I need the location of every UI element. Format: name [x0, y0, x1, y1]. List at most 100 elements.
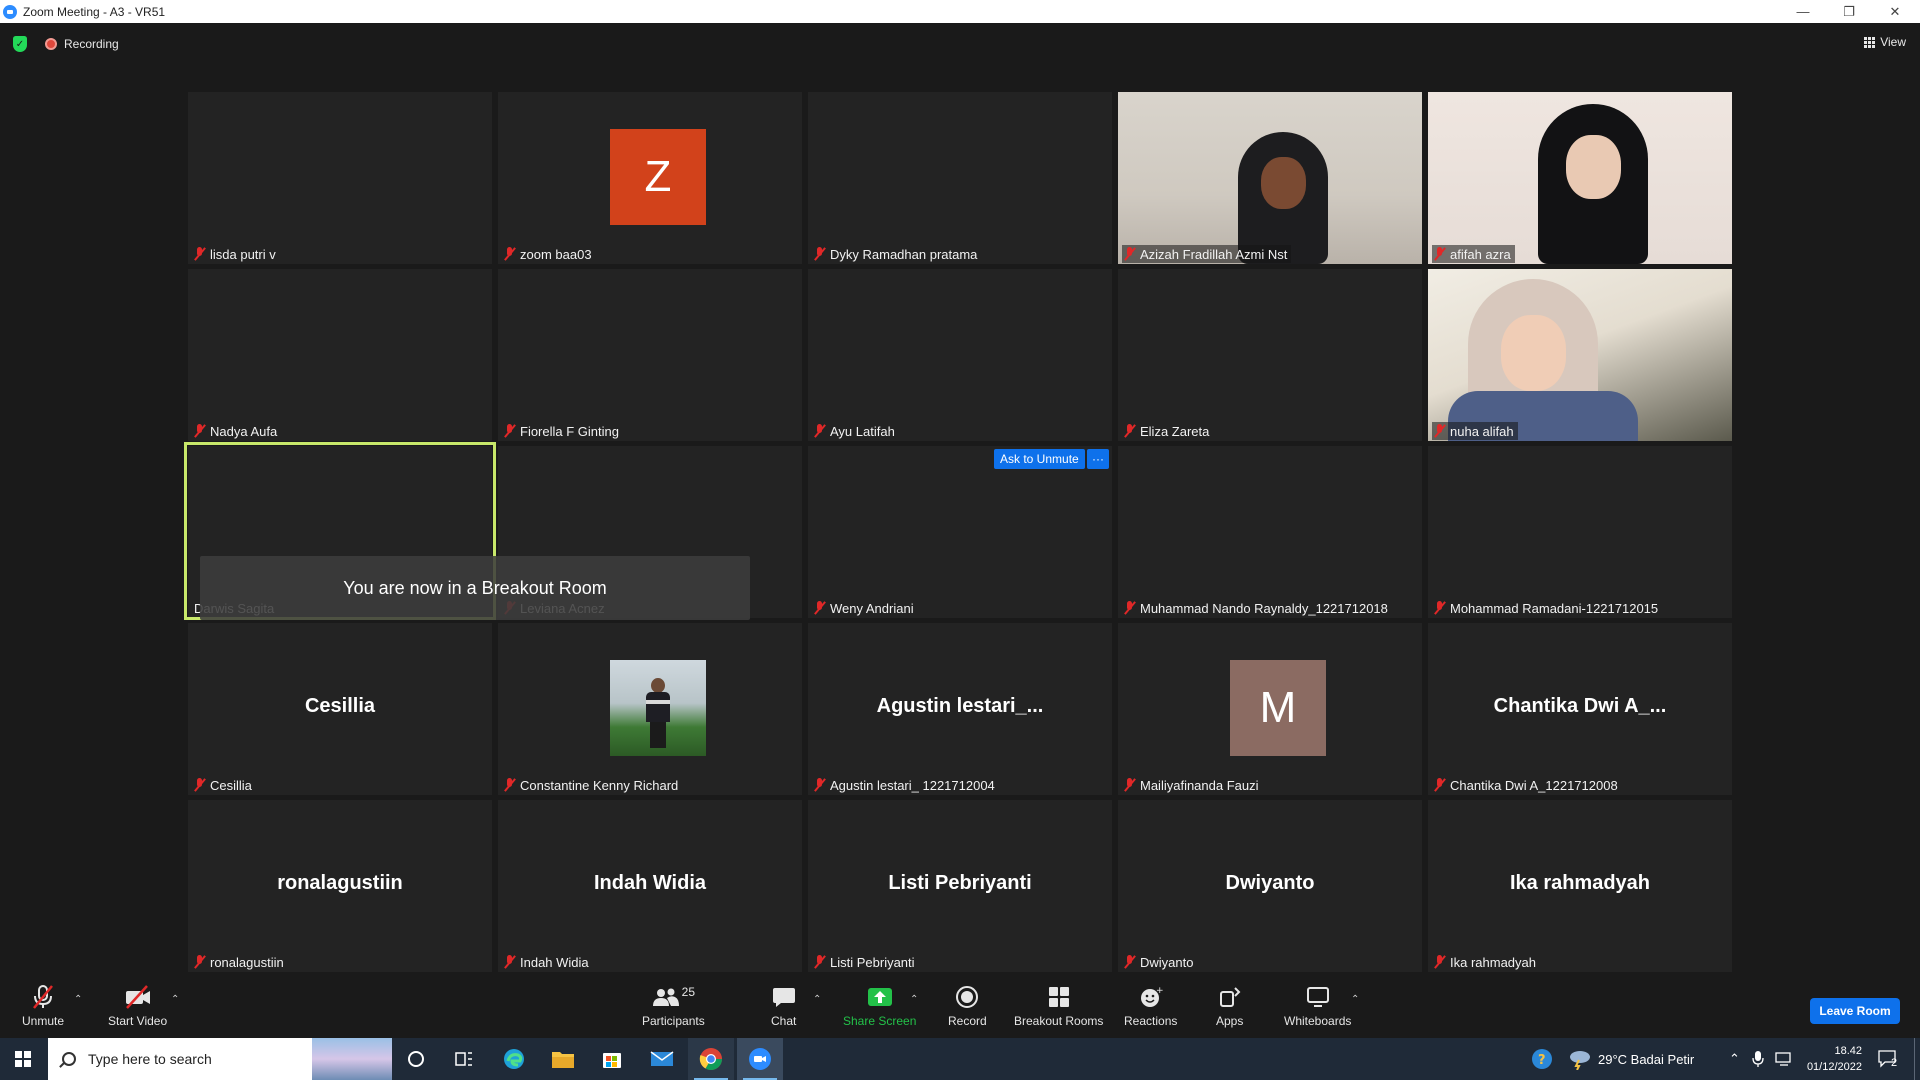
restore-button[interactable]: ❐	[1826, 0, 1872, 23]
participant-name: nuha alifah	[1450, 423, 1514, 439]
participant-name: Nadya Aufa	[210, 423, 278, 439]
avatar-photo	[610, 660, 706, 756]
participant-tile[interactable]: Constantine Kenny Richard	[498, 623, 802, 795]
help-icon[interactable]: ?	[1530, 1038, 1554, 1080]
participant-name-label: Constantine Kenny Richard	[502, 776, 682, 794]
taskbar-search-box[interactable]: Type here to search	[48, 1038, 392, 1080]
participant-tile[interactable]: Eliza Zareta	[1118, 269, 1422, 441]
minimize-button[interactable]: —	[1780, 0, 1826, 23]
participant-tile[interactable]: Nadya Aufa	[188, 269, 492, 441]
muted-mic-icon	[194, 247, 206, 261]
leave-room-button[interactable]: Leave Room	[1810, 998, 1900, 1024]
recording-label: Recording	[64, 37, 119, 51]
participant-tile[interactable]: Muhammad Nando Raynaldy_1221712018	[1118, 446, 1422, 618]
share-screen-button[interactable]: Share Screen	[843, 984, 916, 1028]
participant-tile[interactable]: ronalagustiin ronalagustiin	[188, 800, 492, 972]
participant-name-label: afifah azra	[1432, 245, 1515, 263]
share-options-caret[interactable]: ⌃	[910, 994, 918, 1005]
muted-mic-icon	[504, 424, 516, 438]
breakout-rooms-button[interactable]: Breakout Rooms	[1014, 984, 1103, 1028]
mail-icon[interactable]	[650, 1047, 674, 1071]
weather-widget[interactable]: 29°C Badai Petir	[1568, 1038, 1694, 1080]
muted-microphone-icon	[30, 984, 56, 1010]
reactions-button[interactable]: + Reactions	[1124, 984, 1177, 1028]
participants-icon: 25	[652, 984, 695, 1010]
breakout-rooms-icon	[1048, 984, 1070, 1010]
participant-tile[interactable]: lisda putri v	[188, 92, 492, 264]
participant-tile[interactable]: nuha alifah	[1428, 269, 1732, 441]
file-explorer-icon[interactable]	[551, 1047, 575, 1071]
muted-mic-icon	[1124, 601, 1136, 615]
participant-tile[interactable]: Ika rahmadyah Ika rahmadyah	[1428, 800, 1732, 972]
recording-icon	[45, 38, 57, 50]
record-button[interactable]: Record	[948, 984, 987, 1028]
close-button[interactable]: ✕	[1872, 0, 1918, 23]
chrome-taskbar-slot[interactable]	[688, 1038, 734, 1080]
participants-button[interactable]: 25 Participants	[642, 984, 705, 1028]
edge-browser-icon[interactable]	[502, 1047, 526, 1071]
participant-name: Agustin lestari_ 1221712004	[830, 777, 995, 793]
share-screen-icon	[867, 984, 893, 1010]
participant-tile[interactable]: Dyky Ramadhan pratama	[808, 92, 1112, 264]
whiteboards-button[interactable]: Whiteboards	[1284, 984, 1351, 1028]
participant-name: Muhammad Nando Raynaldy_1221712018	[1140, 600, 1388, 616]
start-video-button[interactable]: Start Video	[108, 984, 167, 1028]
zoom-logo-icon	[3, 4, 17, 19]
participant-tile[interactable]: Indah Widia Indah Widia	[498, 800, 802, 972]
participant-tile[interactable]: Dwiyanto Dwiyanto	[1118, 800, 1422, 972]
zoom-taskbar-slot[interactable]	[737, 1038, 783, 1080]
participant-tile[interactable]: Weny Andriani	[808, 446, 1112, 618]
microsoft-store-icon[interactable]	[600, 1047, 624, 1071]
meeting-toolbar: Unmute ⌃ Start Video ⌃ 25 Participants C…	[0, 978, 1920, 1038]
show-hidden-icons-chevron[interactable]: ⌃	[1729, 1038, 1740, 1080]
participant-name-label: Agustin lestari_ 1221712004	[812, 776, 999, 794]
participant-name-label: Dyky Ramadhan pratama	[812, 245, 981, 263]
muted-mic-icon	[194, 424, 206, 438]
cortana-icon[interactable]	[404, 1047, 428, 1071]
participant-tile[interactable]: Fiorella F Ginting	[498, 269, 802, 441]
participant-tile[interactable]: Azizah Fradillah Azmi Nst	[1118, 92, 1422, 264]
muted-mic-icon	[1434, 601, 1446, 615]
participant-display-name: ronalagustiin	[277, 872, 403, 894]
ask-to-unmute-button[interactable]: Ask to Unmute	[994, 449, 1085, 469]
whiteboard-options-caret[interactable]: ⌃	[1351, 994, 1359, 1005]
view-button[interactable]: View	[1864, 35, 1906, 49]
more-options-button[interactable]: ···	[1087, 449, 1109, 469]
video-options-caret[interactable]: ⌃	[171, 994, 179, 1005]
chat-options-caret[interactable]: ⌃	[813, 994, 821, 1005]
audio-options-caret[interactable]: ⌃	[74, 994, 82, 1005]
chrome-icon	[699, 1047, 723, 1071]
participant-name-label: Indah Widia	[502, 953, 593, 971]
participant-tile[interactable]: M Mailiyafinanda Fauzi	[1118, 623, 1422, 795]
svg-text:?: ?	[1538, 1053, 1546, 1068]
taskbar-clock[interactable]: 18.42 01/12/2022	[1807, 1043, 1862, 1075]
microphone-tray-icon[interactable]	[1752, 1038, 1764, 1080]
participant-tile[interactable]: Mohammad Ramadani-1221712015	[1428, 446, 1732, 618]
participant-tile[interactable]: Agustin lestari_... Agustin lestari_ 1221…	[808, 623, 1112, 795]
weather-text: 29°C Badai Petir	[1598, 1051, 1695, 1067]
participant-name: Constantine Kenny Richard	[520, 777, 679, 793]
show-desktop-button[interactable]	[1914, 1038, 1920, 1080]
task-view-icon[interactable]	[452, 1047, 476, 1071]
participant-name-label: Listi Pebriyanti	[812, 953, 919, 971]
participant-tile[interactable]: Listi Pebriyanti Listi Pebriyanti	[808, 800, 1112, 972]
participant-name-label: Cesillia	[192, 776, 256, 794]
participant-name-label: Muhammad Nando Raynaldy_1221712018	[1122, 599, 1392, 617]
muted-mic-icon	[1434, 778, 1446, 792]
unmute-button[interactable]: Unmute	[22, 984, 64, 1028]
participant-name: Indah Widia	[520, 954, 589, 970]
participant-tile[interactable]: afifah azra	[1428, 92, 1732, 264]
chat-button[interactable]: Chat	[771, 984, 796, 1028]
participant-name: Fiorella F Ginting	[520, 423, 619, 439]
participant-tile[interactable]: Zzoom baa03	[498, 92, 802, 264]
participant-tile[interactable]: Chantika Dwi A_... Chantika Dwi A_1221712…	[1428, 623, 1732, 795]
windows-start-icon[interactable]	[15, 1051, 31, 1067]
apps-button[interactable]: Apps	[1216, 984, 1243, 1028]
notifications-icon[interactable]: 2	[1877, 1038, 1897, 1080]
network-icon[interactable]	[1775, 1038, 1793, 1080]
participant-tile[interactable]: Cesillia Cesillia	[188, 623, 492, 795]
participant-name: Chantika Dwi A_1221712008	[1450, 777, 1618, 793]
encryption-shield-icon[interactable]: ✓	[13, 36, 27, 52]
participant-name-label: Mailiyafinanda Fauzi	[1122, 776, 1263, 794]
participant-tile[interactable]: Ayu Latifah	[808, 269, 1112, 441]
